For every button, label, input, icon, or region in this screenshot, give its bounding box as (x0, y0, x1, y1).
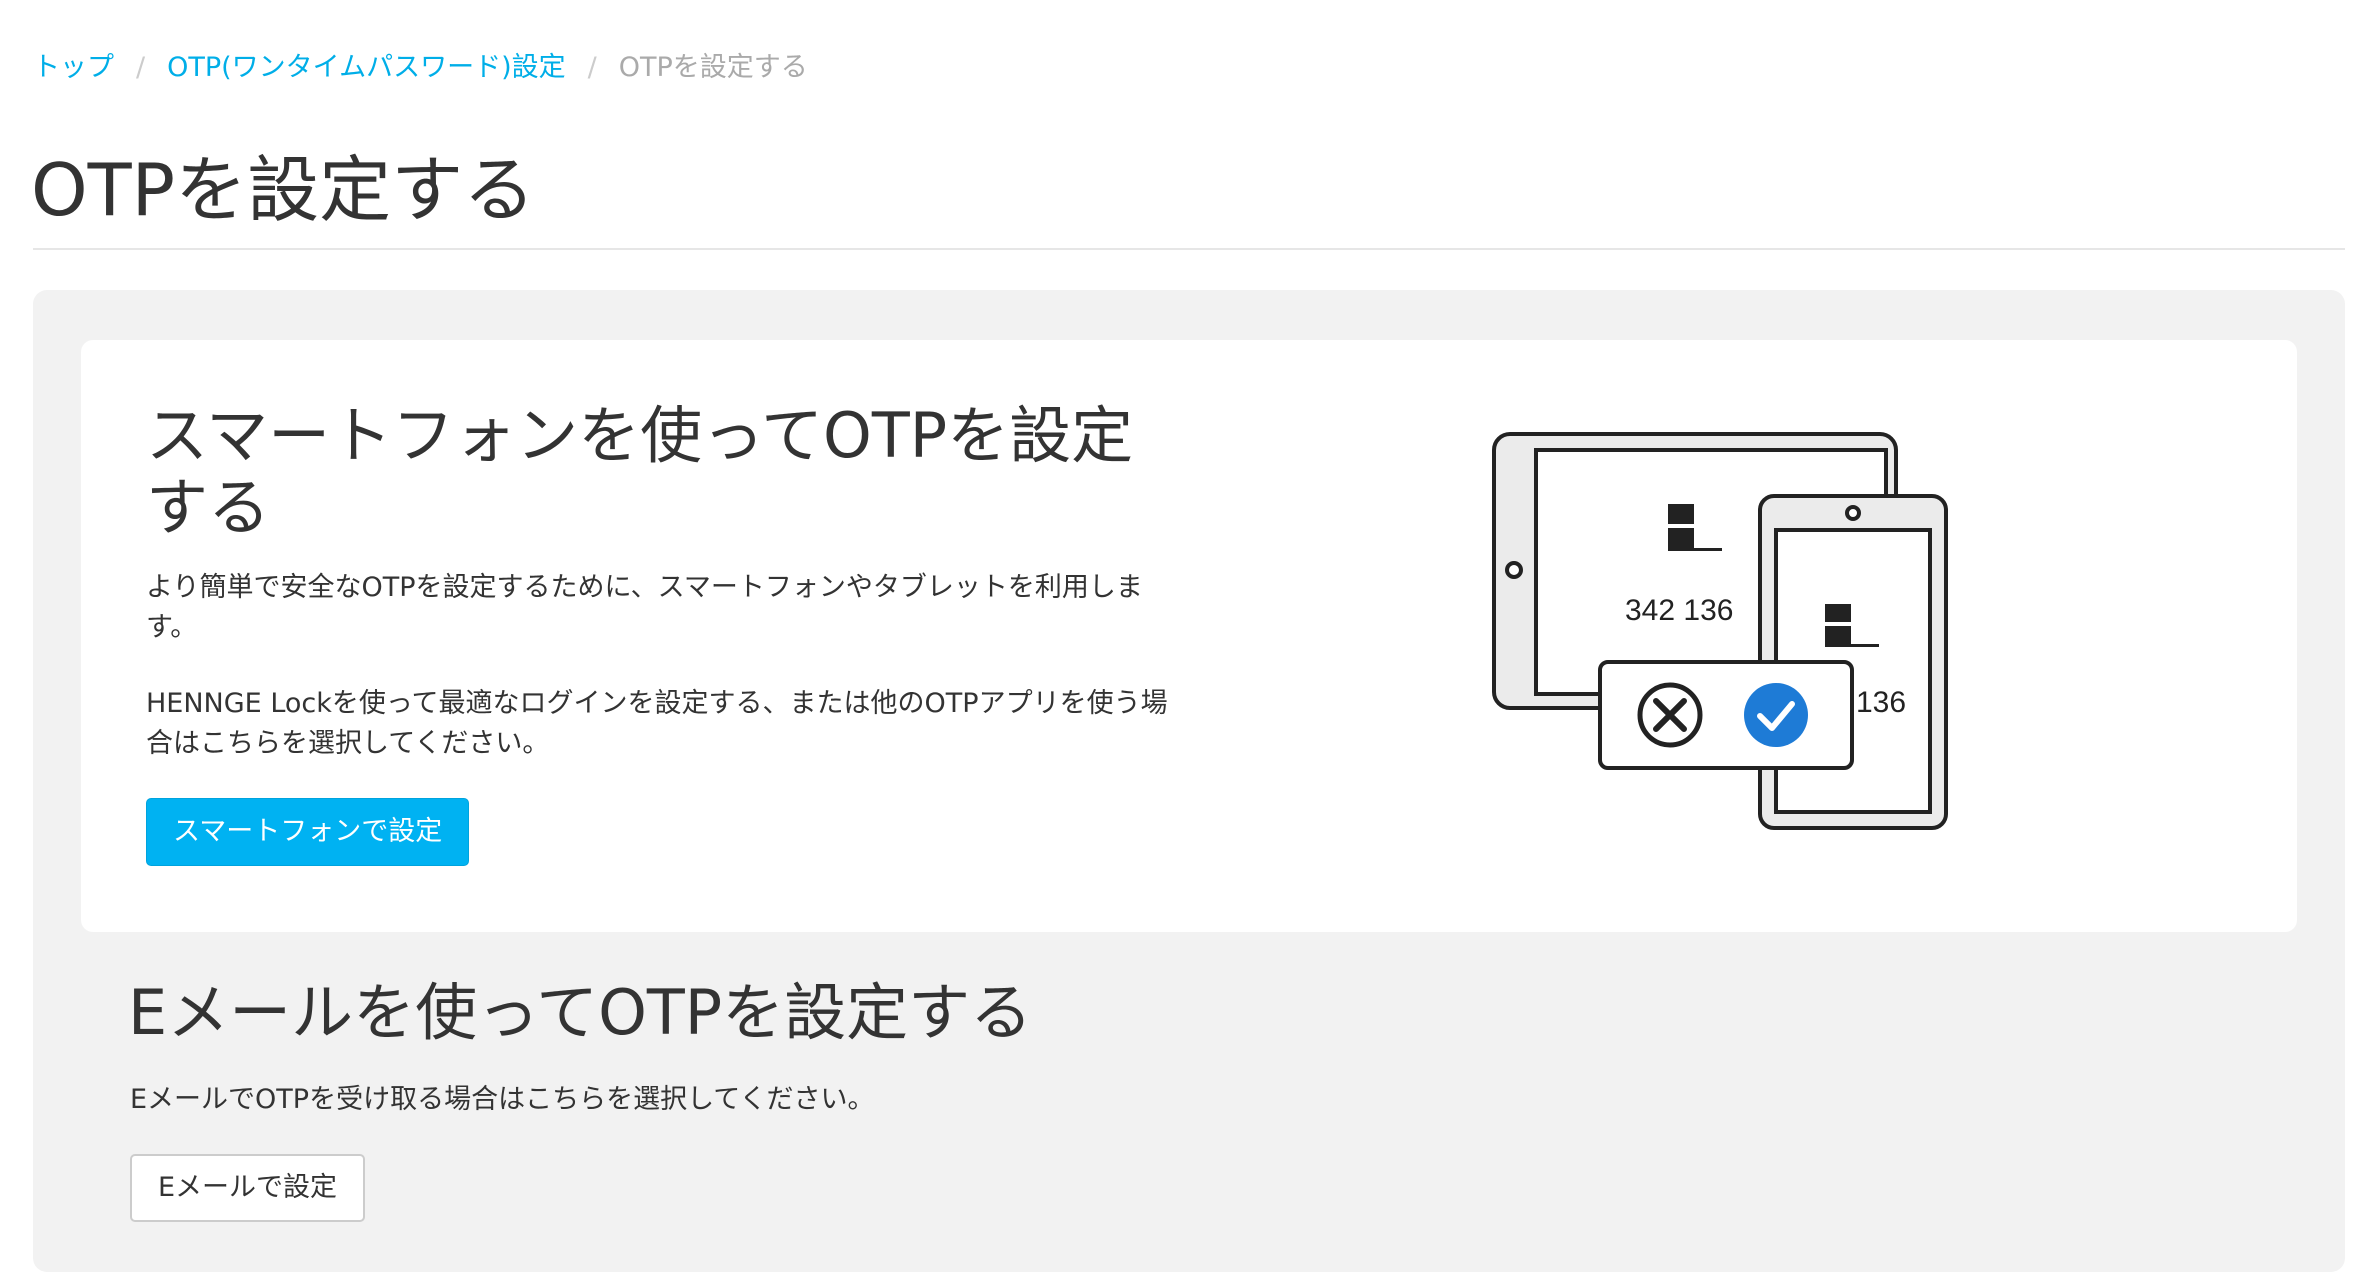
page: トップ / OTP(ワンタイムパスワード)設定 / OTPを設定する OTPを設… (0, 0, 2376, 1276)
tablet-otp-code: 342 136 (1625, 594, 1733, 627)
breadcrumb-separator: / (136, 52, 146, 83)
email-section-title: Eメールを使ってOTPを設定する (128, 976, 1033, 1049)
breadcrumb-separator: / (587, 52, 597, 83)
smartphone-lock-description: HENNGE Lockを使って最適なログインを設定する、または他のOTPアプリを… (146, 688, 1168, 759)
smartphone-section-title: スマートフォンを使ってOTPを設定する (146, 399, 1134, 544)
devices-illustration: 342 136 136 (1492, 432, 1948, 830)
page-title: OTPを設定する (31, 148, 536, 232)
reject-icon (1637, 682, 1703, 748)
setup-with-smartphone-button[interactable]: スマートフォンで設定 (146, 798, 470, 866)
smartphone-description: より簡単で安全なOTPを設定するために、スマートフォンやタブレットを利用します。 (146, 572, 1143, 643)
breadcrumb-current: OTPを設定する (618, 52, 808, 83)
breadcrumb-item-top[interactable]: トップ (33, 48, 114, 88)
breadcrumb-item-otp-settings[interactable]: OTP(ワンタイムパスワード)設定 (167, 48, 566, 88)
phone-otp-code: 136 (1856, 686, 1906, 719)
title-divider (33, 248, 2345, 250)
email-description: EメールでOTPを受け取る場合はこちらを選択してください。 (130, 1084, 875, 1115)
approve-icon (1744, 683, 1808, 747)
setup-with-email-button[interactable]: Eメールで設定 (130, 1154, 366, 1222)
approval-dialog (1598, 660, 1854, 770)
breadcrumb: トップ / OTP(ワンタイムパスワード)設定 / OTPを設定する (33, 48, 808, 88)
